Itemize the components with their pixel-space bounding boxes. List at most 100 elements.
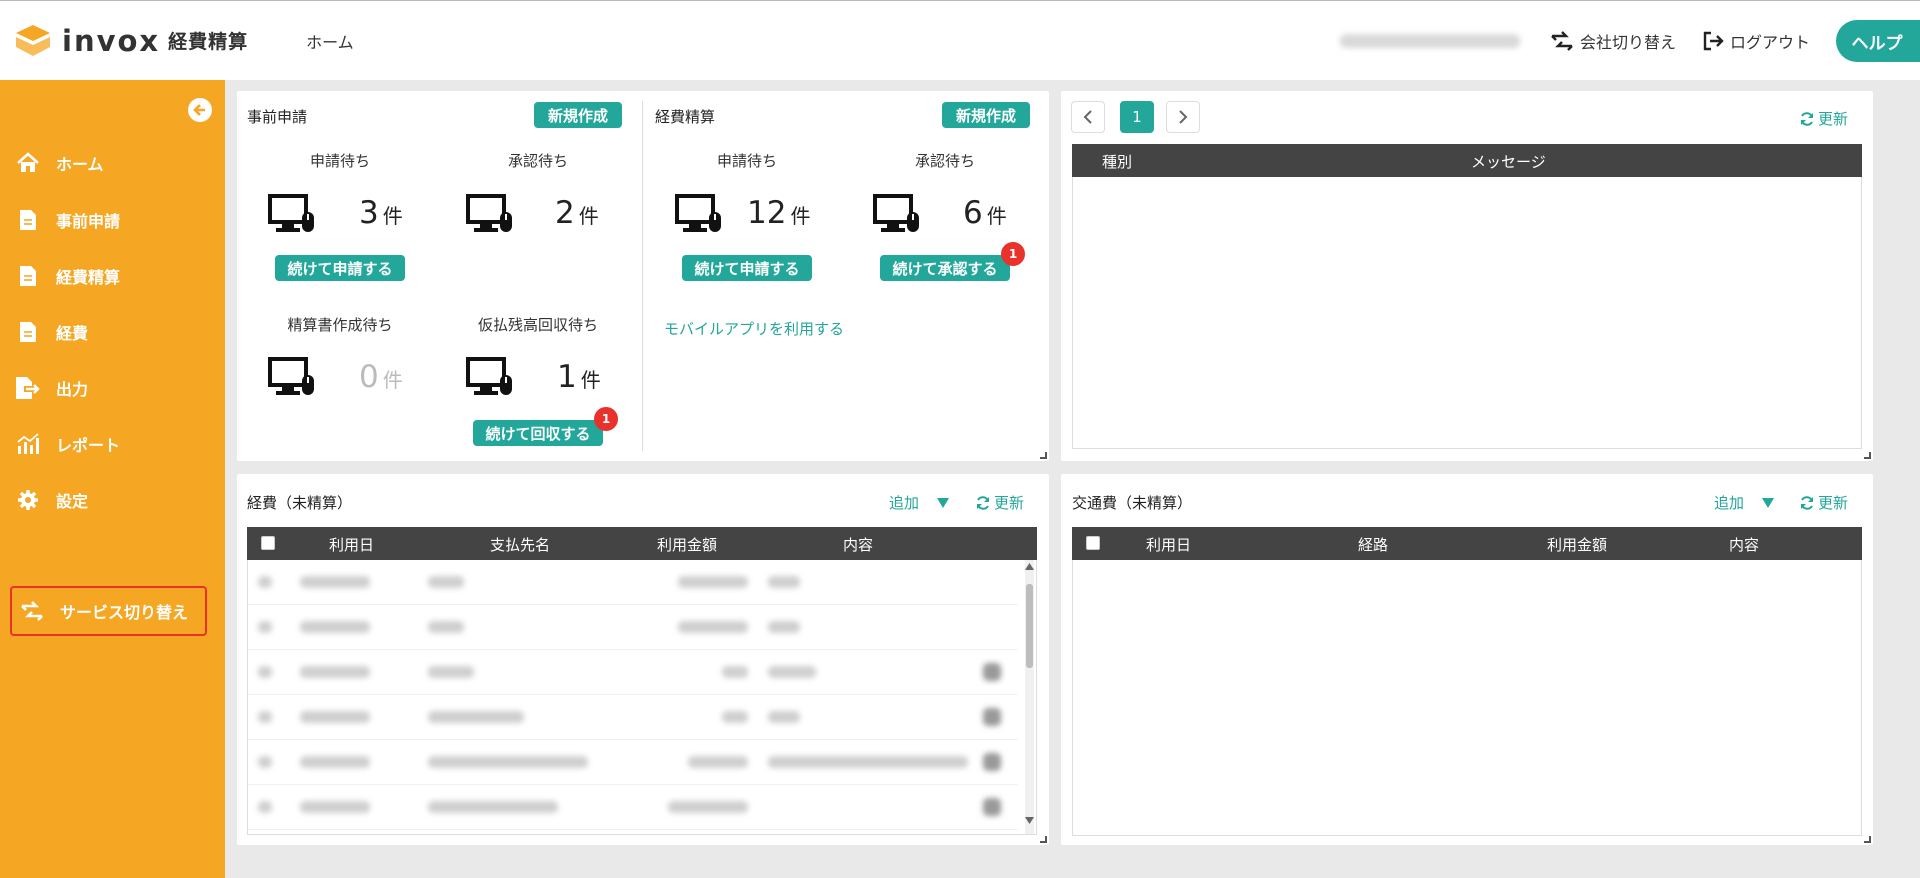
stat-label: 承認待ち <box>914 152 975 170</box>
gear-icon <box>14 489 42 511</box>
refresh-icon <box>975 495 991 511</box>
sidebar-item-expenses[interactable]: 経費 <box>0 312 225 352</box>
stat-label: 申請待ち <box>309 152 370 170</box>
logout-icon <box>1702 31 1724 51</box>
switch-icon <box>1550 30 1574 52</box>
add-label: 追加 <box>1714 494 1745 512</box>
sidebar-item-pre-application[interactable]: 事前申請 <box>0 200 225 240</box>
expenses-add-button[interactable]: 追加 <box>889 492 950 513</box>
notification-badge: 1 <box>1001 242 1025 266</box>
resize-handle[interactable] <box>1040 836 1047 843</box>
pre-application-new-button[interactable]: 新規作成 <box>534 102 622 128</box>
expense-settlement-new-button[interactable]: 新規作成 <box>942 102 1030 128</box>
computer-icon <box>675 194 721 232</box>
table-row[interactable] <box>248 785 1018 830</box>
count-value: 1 <box>557 359 577 395</box>
table-row[interactable] <box>248 740 1018 785</box>
sidebar-item-home[interactable]: ホーム <box>0 143 225 183</box>
expenses-scrollbar[interactable] <box>1025 560 1034 834</box>
logo[interactable]: invox 経費精算 <box>14 23 248 59</box>
sidebar-item-report[interactable]: レポート <box>0 424 225 464</box>
add-label: 追加 <box>889 494 920 512</box>
sidebar-item-expense-settlement[interactable]: 経費精算 <box>0 256 225 296</box>
expenses-panel: 経費（未精算） 追加 更新 利用日 支払先名 利用金額 内容 <box>237 474 1049 845</box>
home-icon <box>14 152 42 174</box>
scroll-up-icon <box>1025 563 1034 570</box>
prev-page-button[interactable] <box>1071 101 1105 133</box>
messages-panel: 1 更新 種別 メッセージ <box>1061 91 1873 461</box>
triangle-down-icon <box>937 497 950 508</box>
nav-home-link[interactable]: ホーム <box>306 29 354 53</box>
stat-count: 6件 <box>963 195 1007 231</box>
expenses-refresh-button[interactable]: 更新 <box>975 492 1024 513</box>
count-value: 12 <box>747 195 787 231</box>
switch-icon <box>18 600 46 622</box>
arrow-left-icon <box>193 104 205 116</box>
logout-link[interactable]: ログアウト <box>1702 29 1810 53</box>
refresh-icon <box>1799 111 1815 127</box>
logout-label: ログアウト <box>1729 33 1810 52</box>
sidebar-item-export[interactable]: 出力 <box>0 368 225 408</box>
transport-panel: 交通費（未精算） 追加 更新 利用日 経路 利用金額 内容 <box>1061 474 1873 845</box>
collapse-sidebar-button[interactable] <box>188 98 212 122</box>
expenses-table-header: 利用日 支払先名 利用金額 内容 <box>247 527 1037 560</box>
mobile-app-link[interactable]: モバイルアプリを利用する <box>664 318 844 339</box>
continue-collect-button[interactable]: 続けて回収する <box>473 420 603 446</box>
brand-name: invox <box>62 23 161 58</box>
column-header: 内容 <box>843 536 874 554</box>
next-page-button[interactable] <box>1166 101 1200 133</box>
select-all-checkbox[interactable] <box>261 536 275 550</box>
transport-add-button[interactable]: 追加 <box>1714 492 1775 513</box>
divider <box>642 101 643 451</box>
sidebar-item-settings[interactable]: 設定 <box>0 480 225 520</box>
table-row[interactable] <box>248 560 1018 605</box>
page-button[interactable]: 1 <box>1120 101 1154 133</box>
scroll-down-icon <box>1025 817 1034 824</box>
sidebar-item-label: レポート <box>56 436 121 455</box>
resize-handle[interactable] <box>1040 452 1047 459</box>
expense-settlement-title: 経費精算 <box>655 108 716 126</box>
chevron-left-icon <box>1083 110 1092 124</box>
scroll-thumb[interactable] <box>1026 584 1033 668</box>
document-icon <box>14 321 42 343</box>
resize-handle[interactable] <box>1864 452 1871 459</box>
sidebar-item-label: 事前申請 <box>56 212 121 231</box>
stat-label: 仮払残高回収待ち <box>477 316 598 334</box>
sidebar-item-label: サービス切り替え <box>60 603 189 622</box>
computer-icon <box>268 194 314 232</box>
table-row[interactable] <box>248 650 1018 695</box>
brand-sub: 経費精算 <box>168 31 249 53</box>
count-value: 6 <box>963 195 983 231</box>
count-value: 0 <box>359 359 379 395</box>
column-header: 内容 <box>1729 536 1760 554</box>
messages-refresh-button[interactable]: 更新 <box>1799 108 1848 129</box>
column-header: 利用日 <box>329 536 375 554</box>
continue-apply-button[interactable]: 続けて申請する <box>275 255 405 281</box>
resize-handle[interactable] <box>1864 836 1871 843</box>
report-icon <box>14 433 42 455</box>
stat-count: 1件 <box>557 359 601 395</box>
help-button[interactable]: ヘルプ <box>1836 20 1920 62</box>
select-all-checkbox[interactable] <box>1086 536 1100 550</box>
column-header: メッセージ <box>1471 153 1546 171</box>
refresh-label: 更新 <box>1818 110 1849 128</box>
continue-apply-button[interactable]: 続けて申請する <box>682 255 812 281</box>
column-header: 支払先名 <box>490 536 551 554</box>
sidebar-item-label: 出力 <box>56 380 89 399</box>
table-row[interactable] <box>248 605 1018 650</box>
table-row[interactable] <box>248 695 1018 740</box>
user-name-blurred <box>1339 34 1520 48</box>
column-header: 経路 <box>1358 536 1389 554</box>
stat-count: 0件 <box>359 359 403 395</box>
count-value: 2 <box>555 195 575 231</box>
transport-table-header: 利用日 経路 利用金額 内容 <box>1072 527 1862 560</box>
continue-approve-button[interactable]: 続けて承認する <box>880 255 1010 281</box>
sidebar-item-service-switch[interactable]: サービス切り替え <box>10 586 207 636</box>
sidebar-item-label: 経費 <box>56 324 89 343</box>
app-header: invox 経費精算 ホーム 会社切り替え ログアウト ヘルプ <box>0 0 1920 80</box>
document-icon <box>14 209 42 231</box>
transport-refresh-button[interactable]: 更新 <box>1799 492 1848 513</box>
switch-company-link[interactable]: 会社切り替え <box>1550 29 1676 53</box>
export-icon <box>14 376 42 400</box>
sidebar-item-label: 経費精算 <box>56 268 121 287</box>
